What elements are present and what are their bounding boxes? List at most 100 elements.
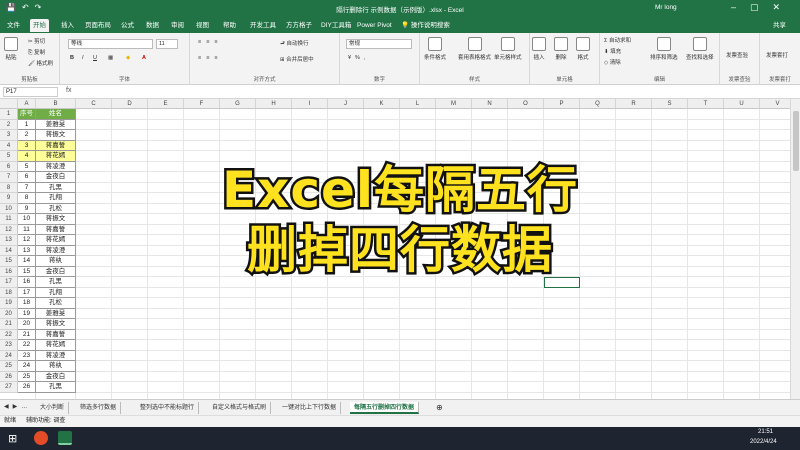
border-button[interactable]: ▦ bbox=[108, 55, 113, 61]
find-select-button[interactable]: 查找和选择 bbox=[686, 37, 714, 61]
cell-name[interactable]: 金夜白 bbox=[36, 371, 76, 382]
cell-name[interactable]: 孔黑 bbox=[36, 182, 76, 193]
column-header[interactable]: Q bbox=[580, 99, 616, 109]
copy-button[interactable]: ⎘ 复制 bbox=[28, 48, 45, 57]
cell-index[interactable]: 4 bbox=[18, 151, 36, 162]
scroll-thumb[interactable] bbox=[793, 111, 799, 171]
tab-7[interactable]: 视图 bbox=[193, 21, 212, 30]
cell-index[interactable]: 15 bbox=[18, 266, 36, 277]
cell-name[interactable]: 蒋振文 bbox=[36, 130, 76, 141]
fill-color-button[interactable]: ◆ bbox=[126, 55, 130, 61]
row-header[interactable]: 26 bbox=[0, 371, 18, 382]
cell-index[interactable]: 14 bbox=[18, 256, 36, 267]
row-header[interactable]: 18 bbox=[0, 287, 18, 298]
row-header[interactable]: 16 bbox=[0, 266, 18, 277]
column-header[interactable]: A bbox=[18, 99, 36, 109]
column-header[interactable]: N bbox=[472, 99, 508, 109]
row-header[interactable]: 22 bbox=[0, 329, 18, 340]
cell-index[interactable]: 22 bbox=[18, 340, 36, 351]
row-header[interactable]: 4 bbox=[0, 140, 18, 151]
cell-styles-button[interactable]: 单元格样式 bbox=[494, 37, 522, 61]
row-header[interactable]: 27 bbox=[0, 382, 18, 393]
active-cell-selection[interactable] bbox=[544, 277, 580, 288]
tab-11[interactable]: DIY工具箱 bbox=[318, 21, 354, 30]
underline-button[interactable]: U bbox=[93, 55, 97, 61]
column-header[interactable]: I bbox=[292, 99, 328, 109]
row-header[interactable]: 25 bbox=[0, 361, 18, 372]
column-header[interactable]: M bbox=[436, 99, 472, 109]
font-name-select[interactable]: 等线 bbox=[68, 39, 153, 49]
wrap-text-button[interactable]: ⮐ 自动换行 bbox=[280, 39, 309, 49]
row-header[interactable]: 23 bbox=[0, 340, 18, 351]
column-header[interactable]: T bbox=[688, 99, 724, 109]
row-header[interactable]: 10 bbox=[0, 203, 18, 214]
cell-name[interactable]: 孔黑 bbox=[36, 277, 76, 288]
cell-index[interactable]: 25 bbox=[18, 371, 36, 382]
header-cell-name[interactable]: 姓名 bbox=[36, 109, 76, 120]
column-header[interactable]: E bbox=[148, 99, 184, 109]
sheet-tab-5[interactable]: 每隔五行删掉四行数据 bbox=[350, 402, 420, 414]
number-format-select[interactable]: 常规 bbox=[346, 39, 412, 49]
cell-index[interactable]: 23 bbox=[18, 350, 36, 361]
row-header[interactable]: 20 bbox=[0, 308, 18, 319]
row-header[interactable]: 19 bbox=[0, 298, 18, 309]
cut-button[interactable]: ✂ 剪切 bbox=[28, 37, 45, 45]
invoice-check-button[interactable]: 发票查验 bbox=[726, 51, 748, 59]
worksheet-grid[interactable]: ABCDEFGHIJKLMNOPQRSTUVW1序号姓名21姜雅旻32蒋振文43… bbox=[0, 99, 790, 399]
delete-cells-button[interactable]: 删除 bbox=[554, 37, 568, 61]
column-header[interactable]: F bbox=[184, 99, 220, 109]
column-header[interactable]: S bbox=[652, 99, 688, 109]
font-color-button[interactable]: A bbox=[142, 55, 146, 61]
sheet-tab-1[interactable]: 筛选多行数据 bbox=[76, 402, 122, 414]
row-header[interactable]: 17 bbox=[0, 277, 18, 288]
name-box[interactable]: P17 bbox=[3, 87, 58, 97]
column-header[interactable]: J bbox=[328, 99, 364, 109]
sheet-tab-4[interactable]: 一键对比上下行数据 bbox=[278, 402, 342, 414]
column-header[interactable]: P bbox=[544, 99, 580, 109]
tab-9[interactable]: 开发工具 bbox=[247, 21, 279, 30]
sheet-nav-arrows[interactable]: ◀▶… bbox=[4, 403, 31, 410]
format-cells-button[interactable]: 格式 bbox=[576, 37, 590, 61]
column-header[interactable]: K bbox=[364, 99, 400, 109]
merge-center-button[interactable]: ⊞ 合并后居中 bbox=[280, 55, 314, 63]
horizontal-align-buttons[interactable]: ≡≡≡ bbox=[198, 55, 223, 61]
cell-name[interactable]: 蒋纨 bbox=[36, 256, 76, 267]
cell-name[interactable]: 蒋振文 bbox=[36, 214, 76, 225]
cell-index[interactable]: 13 bbox=[18, 245, 36, 256]
autosum-button[interactable]: Σ 自动求和 bbox=[604, 36, 631, 44]
formula-input[interactable] bbox=[82, 87, 782, 97]
cell-name[interactable]: 蒋凌澄 bbox=[36, 245, 76, 256]
column-header[interactable]: L bbox=[400, 99, 436, 109]
tab-2[interactable]: 插入 bbox=[58, 21, 77, 30]
cell-name[interactable]: 蒋纨 bbox=[36, 361, 76, 372]
add-sheet-button[interactable]: ⊕ bbox=[436, 403, 443, 412]
cell-index[interactable]: 12 bbox=[18, 235, 36, 246]
bold-button[interactable]: B bbox=[70, 55, 74, 61]
row-header[interactable]: 8 bbox=[0, 182, 18, 193]
column-header[interactable]: H bbox=[256, 99, 292, 109]
cell-name[interactable]: 蒋花嫣 bbox=[36, 235, 76, 246]
row-header[interactable]: 15 bbox=[0, 256, 18, 267]
tab-4[interactable]: 公式 bbox=[118, 21, 137, 30]
tab-6[interactable]: 审阅 bbox=[168, 21, 187, 30]
vertical-scrollbar[interactable] bbox=[790, 99, 800, 399]
column-header[interactable]: O bbox=[508, 99, 544, 109]
quick-access-toolbar[interactable]: 💾↶↷ bbox=[6, 3, 47, 12]
sheet-tab-2[interactable]: 整列选中不能标题行 bbox=[136, 402, 200, 414]
row-header[interactable]: 6 bbox=[0, 161, 18, 172]
column-header[interactable]: V bbox=[760, 99, 790, 109]
tab-8[interactable]: 帮助 bbox=[220, 21, 239, 30]
format-as-table-button[interactable]: 套用表格格式 bbox=[458, 37, 491, 61]
cell-index[interactable]: 17 bbox=[18, 287, 36, 298]
chrome-icon[interactable] bbox=[34, 431, 48, 445]
column-header[interactable]: C bbox=[76, 99, 112, 109]
cell-index[interactable]: 5 bbox=[18, 161, 36, 172]
cell-name[interactable]: 孔翔 bbox=[36, 287, 76, 298]
tab-12[interactable]: Power Pivot bbox=[354, 21, 395, 30]
row-header[interactable]: 3 bbox=[0, 130, 18, 141]
cell-index[interactable]: 21 bbox=[18, 329, 36, 340]
user-name[interactable]: Mr long bbox=[655, 4, 677, 11]
cell-index[interactable]: 11 bbox=[18, 224, 36, 235]
cell-index[interactable]: 7 bbox=[18, 182, 36, 193]
row-header[interactable]: 13 bbox=[0, 235, 18, 246]
